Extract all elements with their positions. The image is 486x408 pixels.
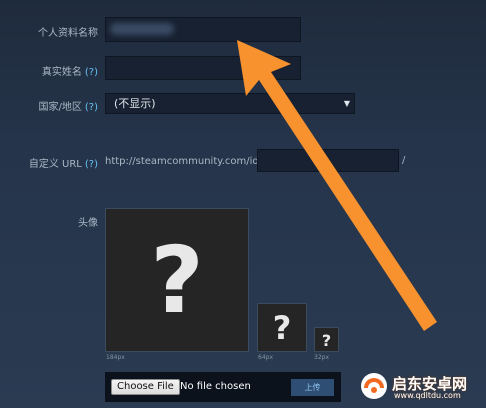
- dropdown-arrow-icon: ▼: [343, 99, 350, 108]
- question-mark-icon: ?: [150, 227, 204, 334]
- site-watermark: 启东安卓网 www.qdltdu.com: [358, 368, 484, 404]
- profile-name-blurred-value: [110, 23, 174, 35]
- country-label: 国家/地区 (?): [39, 98, 99, 113]
- avatar-medium-placeholder: ?: [257, 303, 307, 352]
- avatar-label-text: 头像: [78, 218, 98, 229]
- question-mark-icon: ?: [272, 309, 292, 347]
- country-selected-value: (不显示): [114, 97, 156, 110]
- avatar-large-placeholder: ?: [105, 208, 249, 352]
- upload-button[interactable]: 上传: [291, 379, 334, 396]
- watermark-url: www.qdltdu.com: [394, 391, 461, 400]
- country-select[interactable]: (不显示) ▼: [105, 93, 355, 114]
- custom-url-input[interactable]: [257, 149, 399, 172]
- avatar-label: 头像: [78, 214, 98, 229]
- real-name-help-link[interactable]: (?): [85, 67, 98, 78]
- custom-url-suffix: /: [402, 155, 406, 166]
- country-help-link[interactable]: (?): [85, 102, 98, 113]
- real-name-label-text: 真实姓名: [41, 67, 82, 78]
- country-label-text: 国家/地区: [38, 102, 82, 113]
- custom-url-label-text: 自定义 URL: [28, 159, 82, 170]
- question-mark-icon: ?: [321, 331, 332, 350]
- custom-url-label: 自定义 URL (?): [29, 155, 98, 170]
- avatar-small-placeholder: ?: [314, 327, 339, 352]
- profile-name-input[interactable]: [105, 17, 301, 42]
- avatar-medium-size-label: 64px: [258, 354, 273, 361]
- profile-name-label: 个人资料名称: [38, 24, 98, 39]
- real-name-input[interactable]: [105, 56, 301, 80]
- real-name-label: 真实姓名 (?): [42, 63, 98, 78]
- custom-url-prefix: http://steamcommunity.com/id/: [105, 156, 263, 167]
- custom-url-help-link[interactable]: (?): [85, 159, 98, 170]
- avatar-large-size-label: 184px: [106, 354, 125, 361]
- profile-name-label-text: 个人资料名称: [38, 28, 98, 39]
- choose-file-button[interactable]: Choose File: [111, 379, 180, 395]
- no-file-chosen-text: No file chosen: [180, 381, 251, 392]
- avatar-upload-bar: Choose File No file chosen 上传: [105, 372, 341, 402]
- avatar-small-size-label: 32px: [314, 354, 329, 361]
- watermark-logo-icon: [361, 373, 387, 399]
